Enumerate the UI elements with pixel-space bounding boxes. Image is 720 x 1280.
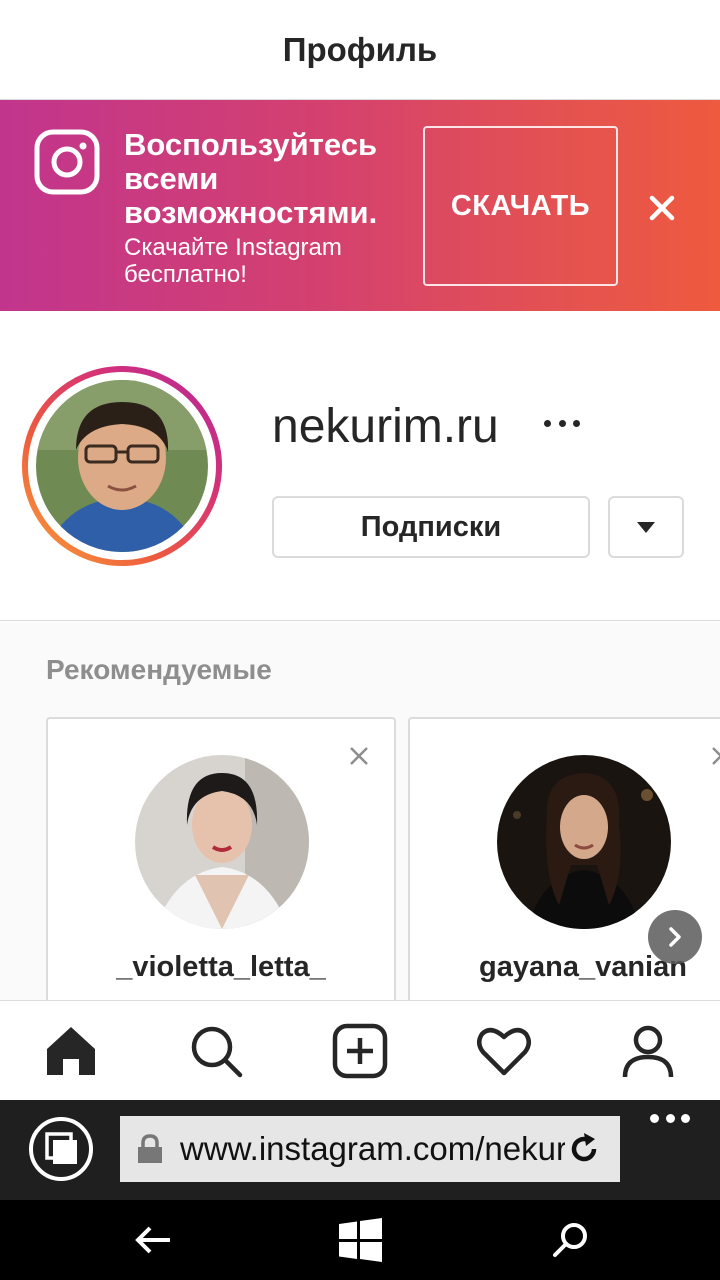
banner-text: Воспользуйтесь всеми возможностями. Скач… — [124, 127, 424, 289]
instagram-logo-icon — [34, 129, 100, 195]
banner-heading: Воспользуйтесь всеми возможностями. — [124, 127, 378, 230]
suggestion-username[interactable]: _violetta_letta_ — [48, 951, 394, 984]
profile-icon[interactable] — [620, 1023, 676, 1079]
home-icon[interactable] — [43, 1023, 99, 1079]
banner-subtitle: Скачайте Instagram бесплатно! — [124, 234, 342, 288]
caret-down-icon — [637, 521, 655, 533]
tabs-icon[interactable] — [28, 1116, 94, 1182]
browser-address-bar: www.instagram.com/nekurim.ru/ — [0, 1100, 720, 1200]
search-icon[interactable] — [546, 1216, 594, 1264]
lock-icon — [138, 1134, 162, 1163]
reload-icon[interactable] — [567, 1132, 601, 1166]
profile-header: nekurim.ru Подписки — [0, 311, 720, 621]
close-icon[interactable] — [348, 745, 370, 767]
more-dots-icon[interactable] — [544, 416, 580, 430]
suggestion-card[interactable]: _violetta_letta_ — [46, 717, 396, 1000]
profile-username: nekurim.ru — [272, 400, 499, 453]
avatar-photo — [36, 380, 208, 552]
chevron-right-icon — [669, 927, 681, 947]
following-button[interactable]: Подписки — [272, 496, 590, 558]
bottom-navigation — [0, 1000, 720, 1100]
page-title: Профиль — [282, 30, 438, 68]
download-button[interactable]: СКАЧАТЬ — [423, 126, 618, 286]
avatar[interactable] — [22, 366, 222, 566]
back-icon[interactable] — [130, 1216, 178, 1264]
more-icon[interactable] — [650, 1114, 690, 1126]
app-download-banner: Воспользуйтесь всеми возможностями. Скач… — [0, 100, 720, 311]
system-navigation-bar — [0, 1200, 720, 1280]
address-bar[interactable]: www.instagram.com/nekurim.ru/ — [120, 1116, 620, 1182]
next-arrow-button[interactable] — [648, 910, 702, 964]
suggestion-avatar[interactable] — [135, 755, 309, 929]
url-text[interactable]: www.instagram.com/nekurim.ru/ — [180, 1130, 565, 1168]
suggestions-dropdown-button[interactable] — [608, 496, 684, 558]
suggested-title: Рекомендуемые — [46, 654, 272, 685]
top-header: Профиль — [0, 0, 720, 100]
suggested-accounts: Рекомендуемые _violetta_letta_ gayana_va… — [0, 622, 720, 1000]
search-icon[interactable] — [188, 1023, 244, 1079]
activity-heart-icon[interactable] — [476, 1023, 532, 1079]
close-icon[interactable] — [710, 745, 720, 767]
suggestion-avatar[interactable] — [497, 755, 671, 929]
close-icon[interactable] — [640, 186, 684, 230]
new-post-icon[interactable] — [332, 1023, 388, 1079]
windows-start-icon[interactable] — [336, 1216, 384, 1264]
